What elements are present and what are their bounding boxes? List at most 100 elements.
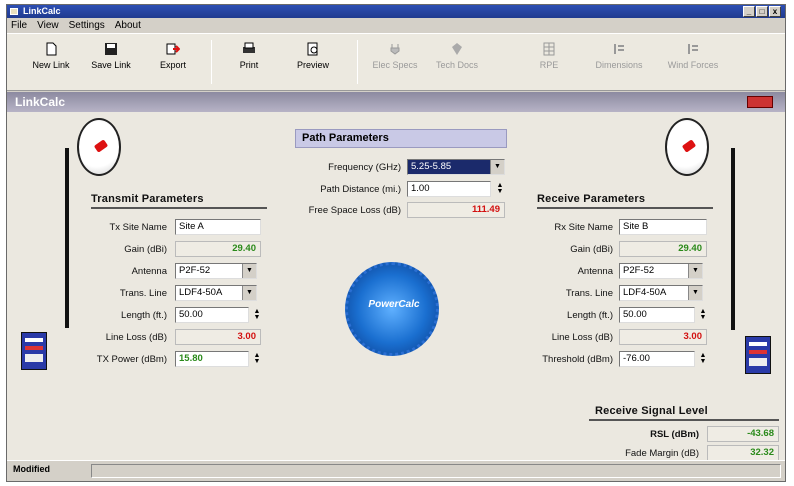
rsl-heading: Receive Signal Level bbox=[595, 405, 708, 417]
wind-forces-button[interactable]: Wind Forces bbox=[663, 42, 723, 70]
rx-threshold-spinner[interactable]: ▲ ▼ bbox=[699, 352, 707, 365]
frequency-label: Frequency (GHz) bbox=[328, 162, 401, 173]
tx-length-label: Length (ft.) bbox=[121, 310, 167, 321]
preview-button[interactable]: Preview bbox=[283, 42, 343, 70]
wind-icon bbox=[688, 44, 698, 54]
rx-line-loss-value: 3.00 bbox=[619, 329, 707, 345]
rx-cable-icon bbox=[731, 148, 735, 330]
rx-antenna-label: Antenna bbox=[577, 266, 613, 277]
export-button[interactable]: Export bbox=[143, 42, 203, 70]
tx-radio-icon bbox=[21, 332, 47, 370]
new-document-icon bbox=[46, 42, 57, 56]
menu-view[interactable]: View bbox=[37, 18, 59, 33]
chevron-down-icon[interactable]: ▼ bbox=[688, 286, 702, 300]
chevron-down-icon[interactable]: ▼ bbox=[490, 160, 504, 174]
tx-gain-value: 29.40 bbox=[175, 241, 261, 257]
path-distance-input[interactable]: 1.00 bbox=[407, 181, 491, 197]
rx-radio-icon bbox=[745, 336, 771, 374]
preview-icon bbox=[307, 42, 318, 56]
plug-icon bbox=[390, 44, 400, 55]
rx-threshold-input[interactable]: -76.00 bbox=[619, 351, 695, 367]
tx-gain-label: Gain (dBi) bbox=[124, 244, 167, 255]
rx-length-spinner[interactable]: ▲ ▼ bbox=[699, 308, 707, 321]
receive-signal-level-box: Receive Signal Level RSL (dBm) -43.68 Fa… bbox=[589, 405, 783, 461]
path-distance-spinner[interactable]: ▲ ▼ bbox=[496, 182, 504, 195]
tx-line-loss-label: Line Loss (dB) bbox=[105, 332, 167, 343]
rx-length-label: Length (ft.) bbox=[567, 310, 613, 321]
powercalc-logo: PowerCalc bbox=[345, 262, 439, 356]
elec-specs-button[interactable]: Elec Specs bbox=[365, 42, 425, 70]
menu-bar: File View Settings About bbox=[7, 18, 785, 33]
rsl-heading-underline bbox=[589, 419, 779, 421]
rx-site-name-label: Rx Site Name bbox=[554, 222, 613, 233]
toolbar-separator bbox=[211, 40, 212, 84]
fade-margin-label: Fade Margin (dB) bbox=[625, 448, 699, 459]
rx-site-name-input[interactable]: Site B bbox=[619, 219, 707, 235]
free-space-loss-label: Free Space Loss (dB) bbox=[308, 205, 401, 216]
rx-line-loss-label: Line Loss (dB) bbox=[551, 332, 613, 343]
new-link-button[interactable]: New Link bbox=[21, 42, 81, 70]
print-button[interactable]: Print bbox=[219, 42, 279, 70]
receive-heading-underline bbox=[537, 207, 713, 209]
status-bar: Modified bbox=[7, 460, 785, 481]
chevron-down-icon[interactable]: ▼ bbox=[242, 286, 256, 300]
minimize-button[interactable]: _ bbox=[743, 6, 755, 17]
rx-trans-line-select[interactable]: LDF4-50A ▼ bbox=[619, 285, 703, 301]
rx-trans-line-label: Trans. Line bbox=[565, 288, 613, 299]
main-panel: Path Parameters Frequency (GHz) 5.25-5.8… bbox=[7, 112, 785, 461]
toolbar-separator bbox=[357, 40, 358, 84]
chevron-down-icon[interactable]: ▼ bbox=[688, 264, 702, 278]
tx-cable-icon bbox=[65, 148, 69, 328]
tx-antenna-select[interactable]: P2F-52 ▼ bbox=[175, 263, 257, 279]
logo-text: PowerCalc bbox=[368, 299, 420, 310]
tx-power-label: TX Power (dBm) bbox=[96, 354, 167, 365]
transmit-heading-underline bbox=[91, 207, 267, 209]
path-parameters-heading: Path Parameters bbox=[295, 129, 507, 148]
rx-gain-label: Gain (dBi) bbox=[570, 244, 613, 255]
menu-file[interactable]: File bbox=[11, 18, 27, 33]
tx-antenna-label: Antenna bbox=[131, 266, 167, 277]
title-bar: LinkCalc _ □ x bbox=[7, 5, 785, 18]
tx-dish-icon bbox=[77, 118, 121, 176]
app-window: LinkCalc _ □ x File View Settings About … bbox=[6, 4, 786, 482]
menu-settings[interactable]: Settings bbox=[69, 18, 105, 33]
path-distance-label: Path Distance (mi.) bbox=[320, 184, 401, 195]
tech-docs-button[interactable]: Tech Docs bbox=[427, 42, 487, 70]
tx-length-input[interactable]: 50.00 bbox=[175, 307, 249, 323]
dimensions-icon bbox=[614, 44, 624, 54]
tx-length-spinner[interactable]: ▲ ▼ bbox=[253, 308, 261, 321]
menu-about[interactable]: About bbox=[115, 18, 141, 33]
app-header-title: LinkCalc bbox=[15, 95, 66, 109]
app-header-bar: LinkCalc bbox=[7, 92, 785, 112]
app-icon[interactable] bbox=[10, 8, 18, 15]
tech-docs-icon bbox=[452, 43, 462, 55]
receive-heading: Receive Parameters bbox=[537, 193, 646, 205]
free-space-loss-value: 111.49 bbox=[407, 202, 505, 218]
rx-antenna-select[interactable]: P2F-52 ▼ bbox=[619, 263, 703, 279]
tx-power-spinner[interactable]: ▲ ▼ bbox=[253, 352, 261, 365]
rx-dish-icon bbox=[665, 118, 709, 176]
toolbar: New Link Save Link Export Print Preview … bbox=[7, 33, 785, 91]
cable-icon[interactable] bbox=[747, 96, 773, 108]
tx-line-loss-value: 3.00 bbox=[175, 329, 261, 345]
rpe-button[interactable]: RPE bbox=[519, 42, 579, 70]
rsl-label: RSL (dBm) bbox=[650, 429, 699, 440]
dimensions-button[interactable]: Dimensions bbox=[589, 42, 649, 70]
tx-power-input[interactable]: 15.80 bbox=[175, 351, 249, 367]
tx-trans-line-label: Trans. Line bbox=[119, 288, 167, 299]
grid-icon bbox=[543, 42, 555, 56]
save-disk-icon bbox=[105, 43, 117, 55]
rx-gain-value: 29.40 bbox=[619, 241, 707, 257]
rsl-value: -43.68 bbox=[707, 426, 779, 442]
maximize-button[interactable]: □ bbox=[756, 6, 768, 17]
rx-length-input[interactable]: 50.00 bbox=[619, 307, 695, 323]
save-link-button[interactable]: Save Link bbox=[81, 42, 141, 70]
window-title: LinkCalc bbox=[23, 6, 61, 16]
export-icon bbox=[166, 43, 180, 55]
status-text: Modified bbox=[13, 464, 50, 474]
tx-site-name-input[interactable]: Site A bbox=[175, 219, 261, 235]
tx-trans-line-select[interactable]: LDF4-50A ▼ bbox=[175, 285, 257, 301]
frequency-select[interactable]: 5.25-5.85 ▼ bbox=[407, 159, 505, 175]
close-button[interactable]: x bbox=[769, 6, 781, 17]
chevron-down-icon[interactable]: ▼ bbox=[242, 264, 256, 278]
